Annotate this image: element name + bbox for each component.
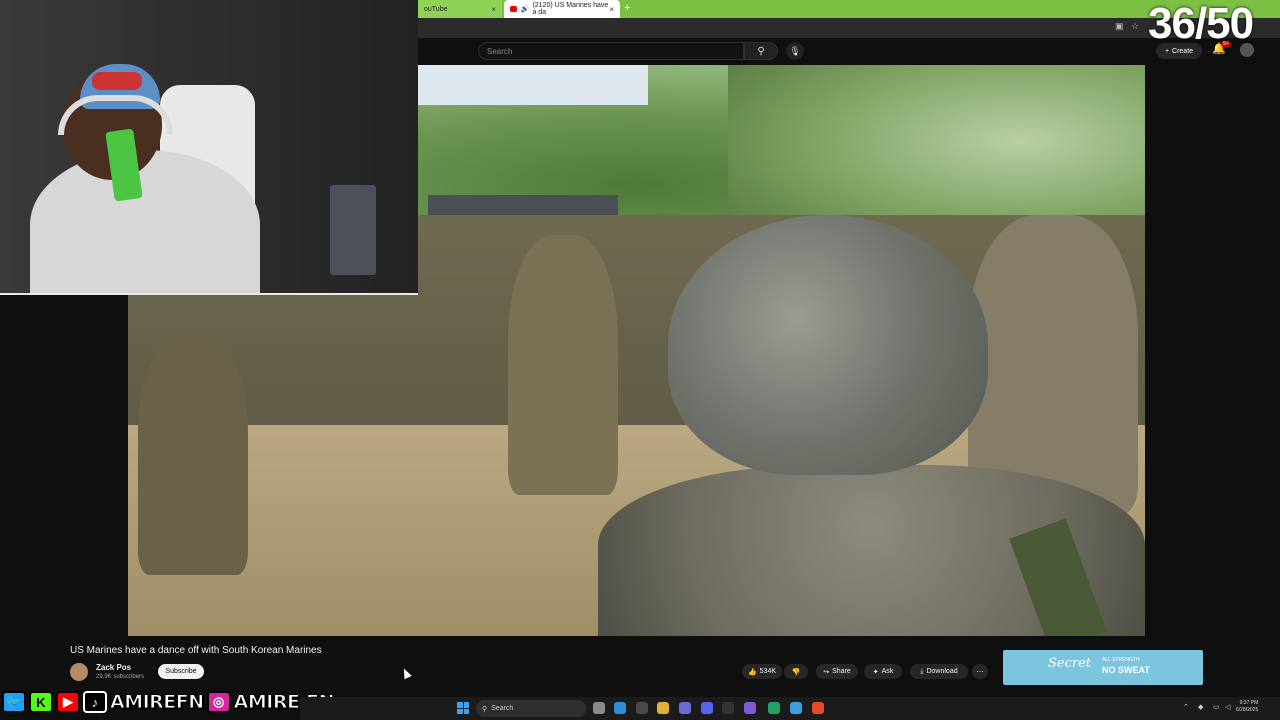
like-count: 534K	[759, 668, 777, 675]
mic-icon[interactable]: 🎙	[786, 42, 804, 60]
create-label: Create	[1172, 47, 1194, 55]
subscriber-count: 29.9K subscribers	[96, 674, 145, 680]
youtube-favicon-icon	[510, 6, 517, 12]
ad-tagline-small: ALL STRENGTH	[1102, 657, 1140, 663]
tab-title: ouTube	[424, 5, 448, 13]
ad-brand-logo: Secret	[1048, 656, 1092, 671]
video-frame-dancer	[508, 235, 618, 495]
tray-app-icon[interactable]: ◆	[1198, 703, 1203, 711]
webcam-pc-case	[330, 185, 376, 275]
volume-icon[interactable]: ◁	[1225, 703, 1230, 711]
wifi-icon[interactable]: ▭	[1213, 703, 1220, 711]
cast-icon[interactable]: ▣	[1115, 21, 1124, 32]
ad-tagline-big: NO SWEAT	[1102, 665, 1150, 675]
new-tab-button[interactable]: +	[624, 2, 630, 14]
webcam-streamer	[30, 150, 260, 295]
taskbar-app-discord[interactable]	[701, 702, 713, 714]
like-button[interactable]: 👍 534K	[742, 664, 782, 679]
taskbar-app-chrome[interactable]	[812, 702, 824, 714]
video-frame-sky	[418, 65, 648, 105]
subscribe-button[interactable]: Subscribe	[158, 664, 204, 679]
clock-time: 9:37 PM	[1239, 700, 1259, 706]
tiktok-icon: ♪	[83, 691, 107, 713]
bookmark-star-icon[interactable]: ☆	[1131, 21, 1139, 32]
video-title: US Marines have a dance off with South K…	[70, 645, 322, 656]
progress-counter: 36/50	[1148, 0, 1254, 48]
share-icon: ↪	[823, 668, 830, 676]
ask-button[interactable]: ✦ Ask	[864, 664, 902, 679]
share-button[interactable]: ↪ Share	[816, 664, 858, 679]
speaker-icon[interactable]: 🔊	[521, 5, 530, 13]
taskbar-app[interactable]	[790, 702, 802, 714]
tab-close-icon[interactable]: ×	[609, 5, 614, 14]
channel-avatar[interactable]	[70, 663, 88, 681]
search-button[interactable]: ⚲	[744, 42, 778, 60]
ask-label: Ask	[881, 668, 894, 675]
taskbar-app-edge[interactable]	[614, 702, 626, 714]
taskbar-app-chrome[interactable]	[657, 702, 669, 714]
more-actions-button[interactable]: ⋯	[972, 664, 988, 679]
search-icon: ⚲	[757, 45, 765, 57]
webcam-border	[0, 293, 418, 295]
taskbar-clock[interactable]: 9:37 PM 6/28/2025	[1236, 700, 1258, 714]
share-label: Share	[832, 668, 851, 675]
taskbar-app-obs[interactable]	[636, 702, 648, 714]
taskbar-app[interactable]	[744, 702, 756, 714]
download-icon: ⤓	[920, 667, 924, 675]
social-handle: AMIREFN	[110, 691, 205, 714]
channel-name[interactable]: Zack Pos	[96, 663, 131, 672]
search-icon: ⚲	[482, 705, 488, 713]
browser-tab-active[interactable]: 🔊 (2120) US Marines have a da ×	[504, 0, 620, 18]
taskbar-search-label: Search	[491, 705, 514, 712]
kick-icon: K	[29, 691, 53, 713]
clock-date: 6/28/2025	[1236, 707, 1259, 713]
windows-icon[interactable]	[457, 702, 469, 714]
sparkle-icon: ✦	[872, 668, 879, 676]
taskbar-app-excel[interactable]	[768, 702, 780, 714]
taskbar-search[interactable]: ⚲ Search	[476, 700, 586, 717]
mouse-cursor-icon	[400, 666, 412, 680]
webcam-hat-pattern	[92, 72, 142, 90]
taskbar-app[interactable]	[679, 702, 691, 714]
video-frame-soldier	[138, 335, 248, 575]
browser-tab-youtube[interactable]: ouTube ×	[418, 0, 502, 18]
video-frame-boonie-hat	[668, 215, 988, 475]
like-icon: 👍	[747, 668, 757, 676]
instagram-icon: ◎	[206, 691, 231, 713]
youtube-icon: ▶	[56, 691, 80, 713]
tray-chevron-icon[interactable]: ⌃	[1183, 703, 1189, 711]
plus-icon: +	[1164, 47, 1170, 55]
webcam-overlay	[0, 0, 418, 295]
download-button[interactable]: ⤓ Download	[910, 664, 968, 679]
twitter-icon: 🐦	[2, 691, 26, 713]
download-label: Download	[926, 668, 958, 675]
search-input[interactable]: Search	[478, 42, 744, 60]
taskbar-app-file-explorer[interactable]	[593, 702, 605, 714]
taskbar-app[interactable]	[722, 702, 734, 714]
tab-title: (2120) US Marines have a da	[532, 2, 609, 16]
social-handles-overlay: 🐦 K ▶ ♪ AMIREFN ◎ AMIRE.FN	[2, 689, 335, 715]
dislike-button[interactable]: 👎	[784, 664, 808, 679]
dislike-icon: 👎	[791, 668, 801, 676]
tab-close-icon[interactable]: ×	[491, 5, 496, 14]
